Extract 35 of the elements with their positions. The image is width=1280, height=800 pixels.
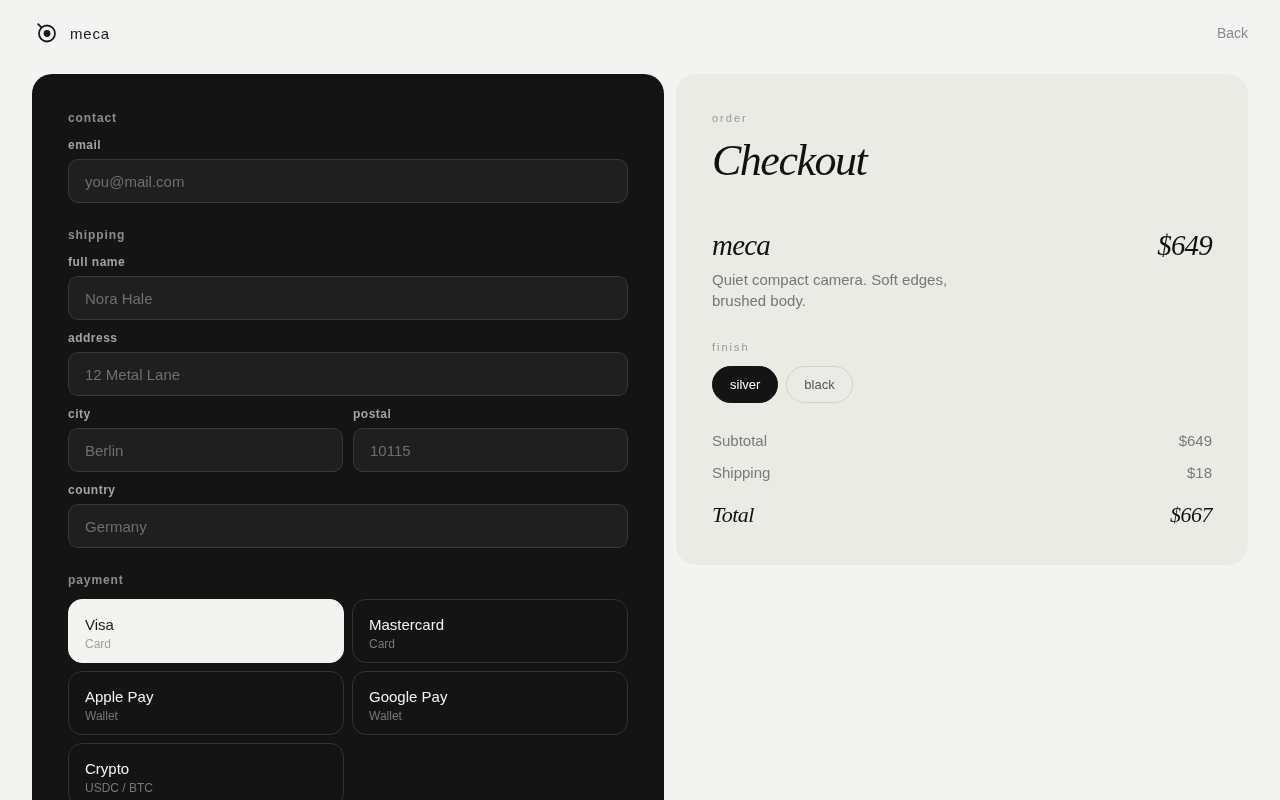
field-label: email <box>68 137 103 153</box>
payment-option[interactable]: Google Pay Wallet <box>352 671 628 735</box>
eyebrow-label: order <box>712 111 749 126</box>
summary-label: Subtotal <box>712 431 768 451</box>
payment-option[interactable]: Visa Card <box>68 599 344 663</box>
summary-label: Shipping <box>712 463 771 483</box>
summary-amount: $649 <box>1178 431 1212 451</box>
input-field[interactable]: 12 Metal Lane <box>68 352 628 396</box>
product-price: $649 <box>1157 228 1212 263</box>
field-label: address <box>68 330 119 346</box>
total-label: Total <box>712 501 754 529</box>
product-description: Quiet compact camera. Soft edges, brushed body. <box>712 270 949 311</box>
field-label: full name <box>68 254 127 270</box>
total-amount: $667 <box>1170 501 1212 529</box>
section-title: contact <box>68 110 118 126</box>
input-field[interactable]: Berlin <box>68 428 343 472</box>
field-label: postal <box>353 406 393 422</box>
payment-option[interactable]: Crypto USDC / BTC <box>68 743 344 800</box>
summary-amount: $18 <box>1186 463 1212 483</box>
field-label: city <box>68 406 92 422</box>
input-field[interactable]: 10115 <box>353 428 628 472</box>
section-title: payment <box>68 572 125 588</box>
payment-option[interactable]: Apple Pay Wallet <box>68 671 344 735</box>
finish-option[interactable]: silver <box>712 366 779 403</box>
page-title: Checkout <box>712 137 870 185</box>
input-field[interactable]: Nora Hale <box>68 276 628 320</box>
payment-option[interactable]: Mastercard Card <box>352 599 628 663</box>
field-label: country <box>68 482 117 498</box>
section-title: shipping <box>68 227 127 243</box>
brand-name: meca <box>70 24 110 42</box>
logo-icon <box>37 23 57 43</box>
input-field[interactable]: Germany <box>68 504 628 548</box>
product-name: meca <box>712 228 770 263</box>
input-field[interactable]: you@mail.com <box>68 159 628 203</box>
eyebrow-label: finish <box>712 340 751 355</box>
